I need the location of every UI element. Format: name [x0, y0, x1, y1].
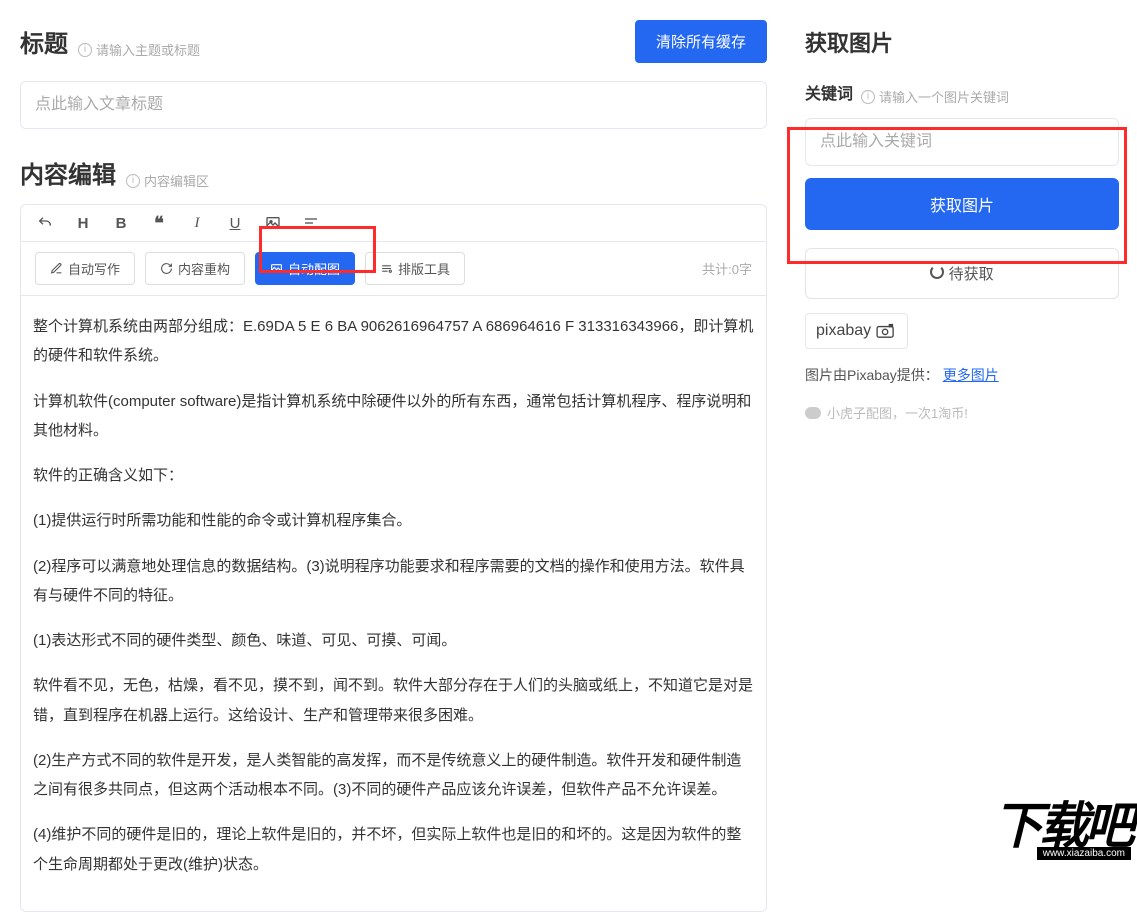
cloud-icon	[805, 407, 821, 419]
keyword-label: 关键词	[805, 80, 853, 104]
image-credit: 图片由Pixabay提供： 更多图片	[805, 365, 1119, 385]
align-left-icon[interactable]	[301, 213, 321, 233]
editor-paragraph: 计算机软件(computer software)是指计算机系统中除硬件以外的所有…	[33, 387, 754, 446]
watermark-sub: www.xiazaiba.com	[1037, 847, 1131, 860]
info-icon: i	[861, 90, 875, 104]
keyword-header: 关键词 i 请输入一个图片关键词	[805, 80, 1119, 106]
watermark-main: 下载吧	[993, 798, 1131, 854]
image-icon[interactable]	[263, 213, 283, 233]
pixabay-text: pixabay	[816, 322, 871, 340]
content-edit-header: 内容编辑 i 内容编辑区	[20, 155, 767, 190]
keyword-input[interactable]	[805, 118, 1119, 166]
auto-image-button[interactable]: 自动配图	[255, 252, 355, 285]
heading-icon[interactable]: H	[73, 213, 93, 233]
undo-icon[interactable]	[35, 213, 55, 233]
editor-paragraph: 整个计算机系统由两部分组成：E.69DA 5 E 6 BA 9062616964…	[33, 312, 754, 371]
clear-cache-button[interactable]: 清除所有缓存	[635, 20, 767, 63]
editor-paragraph: (4)维护不同的硬件是旧的，理论上软件是旧的，并不坏，但实际上软件也是旧的和坏的…	[33, 820, 754, 879]
editor-paragraph: (2)程序可以满意地处理信息的数据结构。(3)说明程序功能要求和程序需要的文档的…	[33, 552, 754, 611]
spinner-icon	[930, 265, 944, 279]
content-edit-hint: i 内容编辑区	[126, 171, 209, 190]
info-icon: i	[78, 43, 92, 57]
title-hint: i 请输入主题或标题	[78, 40, 200, 59]
word-count: 共计:0字	[702, 259, 752, 278]
title-label: 标题	[20, 24, 68, 59]
action-toolbar: 自动写作 内容重构 自动配图 排版工具 共计:0字	[21, 242, 766, 296]
more-images-link[interactable]: 更多图片	[943, 367, 999, 383]
pending-button[interactable]: 待获取	[805, 248, 1119, 299]
pending-label: 待获取	[949, 266, 994, 283]
editor-paragraph: (2)生产方式不同的软件是开发，是人类智能的高发挥，而不是传统意义上的硬件制造。…	[33, 746, 754, 805]
sidebar: 获取图片 关键词 i 请输入一个图片关键词 获取图片 待获取 pixabay	[787, 0, 1137, 860]
layout-tool-button[interactable]: 排版工具	[365, 252, 465, 285]
pixabay-badge: pixabay	[805, 313, 908, 349]
content-rebuild-button[interactable]: 内容重构	[145, 252, 245, 285]
title-hint-text: 请输入主题或标题	[96, 40, 200, 59]
credit-prefix: 图片由Pixabay提供：	[805, 367, 939, 383]
auto-write-button[interactable]: 自动写作	[35, 252, 135, 285]
format-toolbar: H B ❝ I U	[21, 205, 766, 242]
fetch-image-button[interactable]: 获取图片	[805, 178, 1119, 230]
auto-image-label: 自动配图	[288, 259, 340, 278]
info-icon: i	[126, 174, 140, 188]
camera-icon	[875, 323, 897, 339]
tip-text: 小虎子配图，一次1淘币!	[827, 403, 968, 422]
content-edit-title: 内容编辑	[20, 155, 116, 190]
editor-paragraph: (1)提供运行时所需功能和性能的命令或计算机程序集合。	[33, 506, 754, 535]
editor-container: H B ❝ I U 自动写作 内容重构	[20, 204, 767, 912]
layout-tool-label: 排版工具	[398, 259, 450, 278]
auto-write-label: 自动写作	[68, 259, 120, 278]
tip-row: 小虎子配图，一次1淘币!	[805, 403, 1119, 422]
editor-body[interactable]: 整个计算机系统由两部分组成：E.69DA 5 E 6 BA 9062616964…	[21, 296, 766, 911]
bold-icon[interactable]: B	[111, 213, 131, 233]
italic-icon[interactable]: I	[187, 213, 207, 233]
keyword-hint: i 请输入一个图片关键词	[861, 87, 1009, 106]
sidebar-title: 获取图片	[805, 26, 1119, 58]
title-section-header: 标题 i 请输入主题或标题 清除所有缓存	[20, 20, 767, 63]
quote-icon[interactable]: ❝	[149, 213, 169, 233]
editor-paragraph: 软件的正确含义如下：	[33, 461, 754, 490]
content-edit-hint-text: 内容编辑区	[144, 171, 209, 190]
article-title-input[interactable]	[20, 81, 767, 129]
underline-icon[interactable]: U	[225, 213, 245, 233]
keyword-hint-text: 请输入一个图片关键词	[879, 87, 1009, 106]
editor-paragraph: 软件看不见，无色，枯燥，看不见，摸不到，闻不到。软件大部分存在于人们的头脑或纸上…	[33, 671, 754, 730]
content-rebuild-label: 内容重构	[178, 259, 230, 278]
editor-paragraph: (1)表达形式不同的硬件类型、颜色、味道、可见、可摸、可闻。	[33, 626, 754, 655]
